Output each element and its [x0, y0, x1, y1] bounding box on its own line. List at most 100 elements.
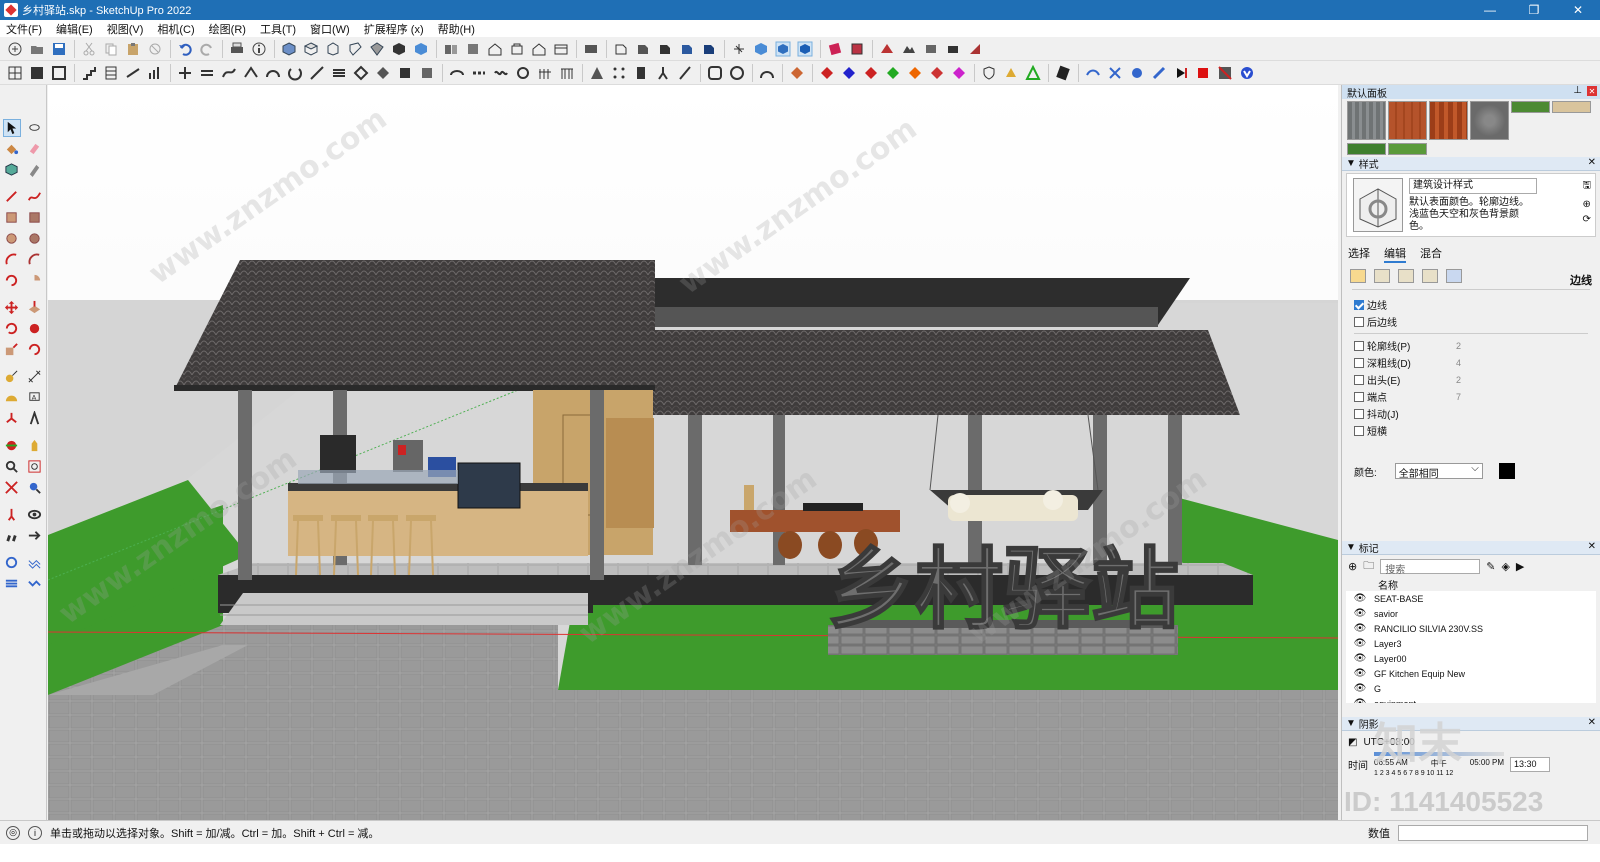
axis-z-icon[interactable] [862, 64, 880, 82]
section-fill-icon[interactable] [774, 40, 792, 58]
time-input[interactable]: 13:30 [1510, 756, 1550, 772]
tab-mix[interactable]: 混合 [1420, 245, 1442, 263]
play-icon[interactable] [1172, 64, 1190, 82]
box-icon[interactable] [632, 64, 650, 82]
layout-send-icon[interactable] [1054, 64, 1072, 82]
menu-view[interactable]: 视图(V) [107, 21, 144, 37]
minimize-button[interactable]: — [1468, 0, 1512, 20]
color-mode-select[interactable]: 全部相同 [1394, 463, 1483, 480]
weld-tool-icon[interactable] [352, 64, 370, 82]
watermark-settings-icon[interactable] [1422, 269, 1438, 283]
style-name-field[interactable]: 建筑设计样式 [1409, 178, 1537, 194]
left-view-icon[interactable] [390, 40, 408, 58]
menu-help[interactable]: 帮助(H) [438, 21, 475, 37]
edge-option-row[interactable]: 轮廓线(P) 2 [1354, 337, 1588, 354]
rotate-arc-icon[interactable] [286, 64, 304, 82]
axes-icon[interactable] [3, 410, 21, 428]
axis-magenta-icon[interactable] [950, 64, 968, 82]
pie-icon[interactable] [26, 272, 44, 290]
right-view-icon[interactable] [346, 40, 364, 58]
visibility-eye-icon[interactable]: 👁 [1346, 608, 1374, 619]
fredo-icon[interactable] [1128, 64, 1146, 82]
render-icon[interactable] [1216, 64, 1234, 82]
joint-push-pull-icon[interactable] [176, 64, 194, 82]
geo-location-icon[interactable]: ◎ [6, 825, 20, 840]
tag-row[interactable]: 👁equipment [1346, 696, 1596, 703]
axis-y-icon[interactable] [840, 64, 858, 82]
sandbox-contours-icon[interactable] [3, 575, 21, 593]
3d-text-icon[interactable] [26, 410, 44, 428]
tag-row[interactable]: 👁 G [1346, 681, 1596, 696]
zoom-window-icon[interactable] [26, 458, 44, 476]
section-plane-icon[interactable] [730, 40, 748, 58]
paint-style-icon[interactable] [826, 40, 844, 58]
previous-view-icon[interactable] [26, 479, 44, 497]
model-info-icon[interactable] [250, 40, 268, 58]
tape-measure-icon[interactable] [3, 368, 21, 386]
text-icon[interactable]: A [26, 389, 44, 407]
create-style-icon[interactable]: ⊕ [1582, 199, 1591, 210]
measurements-input[interactable] [1398, 825, 1588, 841]
eraser-icon[interactable] [26, 140, 44, 158]
menu-tools[interactable]: 工具(T) [260, 21, 296, 37]
tag-row[interactable]: 👁 savior [1346, 606, 1596, 621]
scale-icon[interactable] [3, 341, 21, 359]
axis-green-icon[interactable] [884, 64, 902, 82]
follow-me-icon[interactable] [26, 320, 44, 338]
visibility-eye-icon[interactable]: 👁 [1346, 698, 1374, 703]
tag-row[interactable]: 👁 Layer00 [1346, 651, 1596, 666]
utc-offset[interactable]: UTC+08:00 [1363, 737, 1414, 748]
maximize-button[interactable]: ❐ [1512, 0, 1556, 20]
material-swatch[interactable] [1552, 101, 1591, 113]
two-point-arc-icon[interactable] [26, 251, 44, 269]
three-point-arc-icon[interactable] [3, 272, 21, 290]
edge-option-row[interactable]: 深粗线(D) 4 [1354, 354, 1588, 371]
layout-tool-icon[interactable] [28, 64, 46, 82]
shell-icon[interactable] [448, 64, 466, 82]
add-folder-icon[interactable]: 🗀 [1363, 557, 1374, 576]
checkbox[interactable] [1354, 374, 1364, 385]
walk-icon[interactable] [3, 527, 21, 545]
background-settings-icon[interactable] [1398, 269, 1414, 283]
iso-view-icon[interactable] [280, 40, 298, 58]
material-swatch[interactable] [1347, 142, 1386, 155]
path-tool-icon[interactable] [308, 64, 326, 82]
details-icon[interactable]: ▶ [1516, 560, 1524, 573]
stamp-icon[interactable] [944, 40, 962, 58]
material-swatch[interactable] [1470, 101, 1509, 140]
axis-red2-icon[interactable] [928, 64, 946, 82]
stop-icon[interactable] [1194, 64, 1212, 82]
shaded-icon[interactable] [656, 40, 674, 58]
home-icon[interactable] [486, 40, 504, 58]
edge-option-row[interactable]: 边线 [1354, 296, 1588, 313]
loft-icon[interactable] [418, 64, 436, 82]
shaded-textures-icon[interactable] [678, 40, 696, 58]
model-viewport[interactable]: 乡村驿站 www.znzmo.com www.znzmo.com www.znz… [48, 85, 1338, 820]
open-file-icon[interactable] [28, 40, 46, 58]
tab-edit[interactable]: 编辑 [1384, 245, 1406, 263]
add-tag-icon[interactable]: ⊕ [1348, 560, 1357, 573]
render-settings-icon[interactable] [728, 64, 746, 82]
dot-grid-icon[interactable] [610, 64, 628, 82]
protractor-icon[interactable] [3, 389, 21, 407]
checkbox[interactable] [1354, 391, 1364, 402]
front-view-icon[interactable] [324, 40, 342, 58]
section-display-icon[interactable] [796, 40, 814, 58]
tags-panel-header[interactable]: ▼ 标记 ✕ [1342, 541, 1600, 555]
zoom-extents-icon[interactable] [3, 479, 21, 497]
save-style-icon[interactable]: 🖫 [1582, 178, 1591, 195]
menu-file[interactable]: 文件(F) [6, 21, 42, 37]
knife-icon[interactable] [676, 64, 694, 82]
sandbox-scratch-icon[interactable] [26, 554, 44, 572]
shadow-toggle-icon[interactable]: ◩ [1348, 737, 1357, 748]
drape-icon[interactable] [922, 40, 940, 58]
bevel-icon[interactable] [1150, 64, 1168, 82]
arc-icon[interactable] [3, 251, 21, 269]
undo-icon[interactable] [176, 40, 194, 58]
new-file-icon[interactable] [6, 40, 24, 58]
axis-x-icon[interactable] [818, 64, 836, 82]
pyramid-icon[interactable] [588, 64, 606, 82]
edge-option-value[interactable]: 2 [1456, 375, 1461, 385]
chain-icon[interactable] [470, 64, 488, 82]
hidden-line-icon[interactable] [634, 40, 652, 58]
